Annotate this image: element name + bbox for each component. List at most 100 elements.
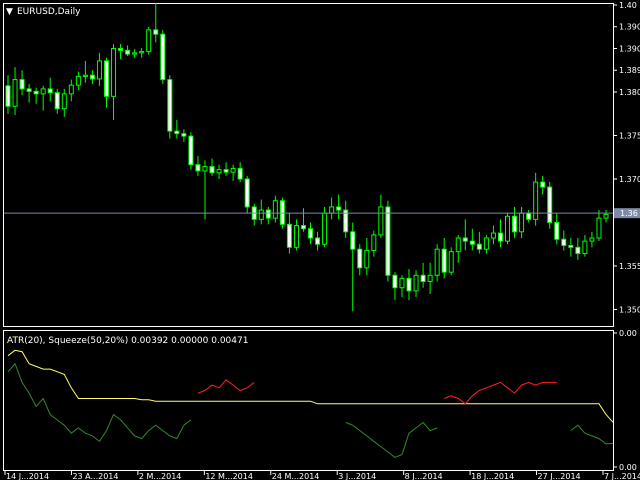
candle-body <box>462 237 468 242</box>
candle-body <box>371 234 377 251</box>
chart-window[interactable]: ▼ EURUSD,Daily 1.40 1.390 1.390 1.389 1.380 1… <box>0 0 640 480</box>
price-tick-label: 1.389 <box>619 66 640 75</box>
candle-body <box>406 277 412 292</box>
date-tick-label: 14 J...2014 <box>6 472 49 480</box>
candle-body <box>490 232 496 239</box>
candle-body <box>483 237 489 250</box>
candle-body <box>512 215 518 233</box>
candle-body <box>322 212 328 245</box>
candle-body <box>392 274 398 289</box>
candle-body <box>336 206 342 211</box>
candle-body <box>293 225 299 248</box>
candle-body <box>5 85 11 107</box>
candle-body <box>54 92 60 110</box>
candle-body <box>533 181 539 220</box>
candle-body <box>286 223 292 248</box>
price-tick-label: 1.350 <box>619 305 640 314</box>
price-tick-label: 1.390 <box>619 44 640 53</box>
candle-body <box>96 60 102 80</box>
indicator-label: ATR(20), Squeeze(50,20%) 0.00392 0.00000… <box>7 336 248 346</box>
chart-menu-triangle-icon[interactable]: ▼ <box>6 7 13 17</box>
candle-body <box>40 88 46 95</box>
candle-body <box>568 244 574 248</box>
candle-body <box>575 246 581 255</box>
candle-body <box>111 47 117 97</box>
candle-body <box>139 51 145 54</box>
date-tick-label: 12 M...2014 <box>205 472 253 480</box>
price-tick-label: 1.40 <box>619 1 637 10</box>
price-tick-label: 1.380 <box>619 88 640 97</box>
date-tick-label: 3 J...2014 <box>338 472 376 480</box>
candle-body <box>448 251 454 273</box>
candle-body <box>75 75 81 86</box>
candle-body <box>441 248 447 273</box>
candle-body <box>146 29 152 53</box>
candle-body <box>596 217 602 239</box>
candle-body <box>125 49 131 55</box>
candle-body <box>554 221 560 240</box>
candle-body <box>265 209 271 219</box>
candle-body <box>223 169 229 173</box>
current-price-label: 1.36 <box>620 209 638 218</box>
candle-body <box>167 79 173 132</box>
candle-body <box>61 93 67 110</box>
candle-body <box>103 60 109 97</box>
price-tick-label: 1.370 <box>619 175 640 184</box>
candle-body <box>469 240 475 245</box>
candle-body <box>364 249 370 269</box>
date-tick-label: 18 J...2014 <box>471 472 514 480</box>
indicator-tick-label: 0.00 <box>619 463 637 472</box>
candle-body <box>89 74 95 80</box>
candle-body <box>505 215 511 242</box>
candle-body <box>413 274 419 292</box>
price-tick-label: 1.390 <box>619 23 640 32</box>
candle-body <box>202 166 208 172</box>
candle-body <box>174 130 180 135</box>
date-tick-label: 2 M...2014 <box>139 472 182 480</box>
candle-body <box>216 169 222 174</box>
candle-body <box>160 33 166 81</box>
candle-body <box>132 52 138 55</box>
candle-body <box>272 200 278 219</box>
date-tick-label: 27 J...2014 <box>538 472 581 480</box>
candle-body <box>279 200 285 225</box>
date-tick-label: 8 J...2014 <box>405 472 443 480</box>
candle-body <box>26 88 32 92</box>
date-tick-label: 23 A...2014 <box>72 472 118 480</box>
candle-body <box>519 212 525 233</box>
candle-body <box>153 29 159 35</box>
candle-body <box>385 206 391 276</box>
candle-body <box>47 88 53 94</box>
candle-body <box>399 277 405 289</box>
candle-body <box>258 209 264 220</box>
price-tick-label: 1.355 <box>619 262 640 271</box>
candle-body <box>427 274 433 283</box>
candle-body <box>582 240 588 255</box>
candle-body <box>357 248 363 269</box>
candle-body <box>68 84 74 95</box>
candle-body <box>561 238 567 246</box>
candle-body <box>300 225 306 230</box>
candle-body <box>244 178 250 208</box>
candle-body <box>329 206 335 214</box>
candle-body <box>378 206 384 236</box>
candle-body <box>195 164 201 172</box>
candle-body <box>237 167 243 180</box>
candle-body <box>603 213 609 219</box>
chart-title: EURUSD,Daily <box>17 7 81 17</box>
candle-body <box>476 243 482 250</box>
candle-body <box>434 248 440 276</box>
candle-body <box>350 231 356 250</box>
candle-body <box>230 167 236 173</box>
candle-body <box>308 228 314 239</box>
candle-body <box>181 133 187 137</box>
candle-body <box>589 237 595 242</box>
candle-body <box>497 232 503 242</box>
candle-body <box>12 79 18 107</box>
price-tick-label: 1.375 <box>619 131 640 140</box>
candle-body <box>540 181 546 188</box>
indicator-tick-label: 0.00 <box>619 329 637 338</box>
candle-body <box>455 237 461 253</box>
date-tick-label: 24 M...2014 <box>272 472 320 480</box>
candle-body <box>82 74 88 77</box>
